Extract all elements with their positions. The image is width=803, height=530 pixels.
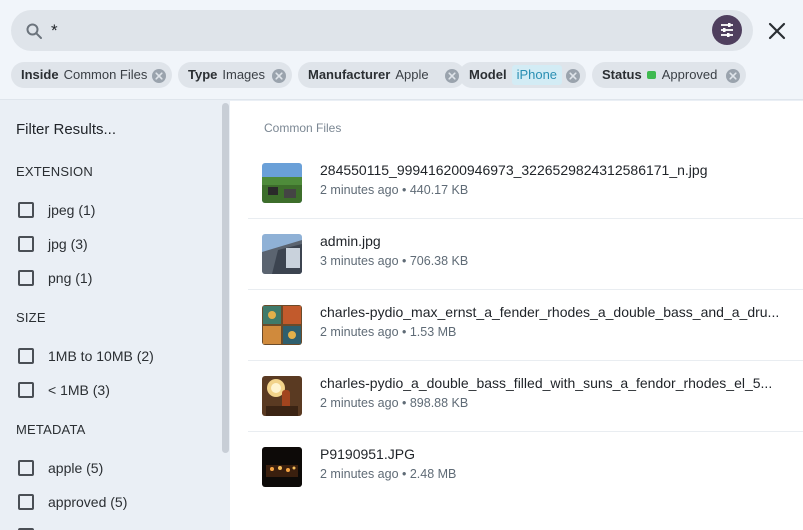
file-meta: 2 minutes ago • 898.88 KB — [320, 396, 469, 410]
checkbox-label: jpg (3) — [48, 236, 88, 252]
section-heading-metadata: METADATA — [16, 422, 86, 437]
cancel-circle-icon[interactable] — [444, 67, 460, 83]
chip-manufacturer[interactable]: Manufacturer Apple — [298, 62, 465, 88]
chip-key: Type — [188, 67, 218, 82]
image-thumbnail — [262, 305, 302, 345]
file-name: P9190951.JPG — [320, 446, 415, 462]
file-meta: 2 minutes ago • 440.17 KB — [320, 183, 469, 197]
chip-model[interactable]: Model iPhone — [459, 62, 586, 88]
folder-label: Common Files — [264, 121, 342, 135]
close-button[interactable] — [764, 18, 790, 44]
search-header: Inside Common Files Type Images Manufactur… — [0, 0, 803, 100]
sidebar-scrollbar[interactable] — [222, 103, 229, 453]
checkbox[interactable] — [18, 202, 34, 218]
file-meta: 3 minutes ago • 706.38 KB — [320, 254, 469, 268]
chip-value-badge: iPhone — [511, 65, 563, 85]
chip-key: Manufacturer — [308, 67, 391, 82]
checkbox-label: < 1MB (3) — [48, 382, 110, 398]
section-heading-extension: EXTENSION — [16, 164, 93, 179]
checkbox[interactable] — [18, 236, 34, 252]
file-row[interactable]: charles-pydio_max_ernst_a_fender_rhodes_… — [248, 290, 803, 361]
search-bar[interactable] — [11, 10, 753, 51]
chip-value: Images — [222, 67, 266, 82]
filter-sidebar: Filter Results... EXTENSION jpeg (1) jpg… — [0, 101, 230, 530]
results-panel: Common Files 284550115_999416200946973_3… — [230, 101, 803, 530]
image-thumbnail — [262, 376, 302, 416]
image-thumbnail — [262, 163, 302, 203]
checkbox-label: 1MB to 10MB (2) — [48, 348, 154, 364]
file-row[interactable]: 284550115_999416200946973_32265298243125… — [248, 148, 803, 219]
advanced-search-button[interactable] — [712, 15, 742, 45]
file-row[interactable]: admin.jpg 3 minutes ago • 706.38 KB — [248, 219, 803, 290]
file-name: admin.jpg — [320, 233, 381, 249]
checkbox-label: approved (5) — [48, 494, 128, 510]
file-meta: 2 minutes ago • 2.48 MB — [320, 467, 457, 481]
file-name: charles-pydio_max_ernst_a_fender_rhodes_… — [320, 304, 780, 320]
search-input[interactable] — [51, 18, 651, 43]
chip-value: Common Files — [63, 67, 148, 82]
checkbox-label: jpeg (1) — [48, 202, 96, 218]
image-thumbnail — [262, 234, 302, 274]
close-icon — [764, 22, 790, 48]
checkbox-label: apple (5) — [48, 460, 104, 476]
checkbox[interactable] — [18, 494, 34, 510]
file-row[interactable]: P9190951.JPG 2 minutes ago • 2.48 MB — [248, 432, 803, 503]
chip-status[interactable]: Status Approved — [592, 62, 746, 88]
file-name: charles-pydio_a_double_bass_filled_with_… — [320, 375, 773, 391]
chip-value: Approved — [661, 67, 718, 82]
file-name: 284550115_999416200946973_32265298243125… — [320, 162, 708, 178]
cancel-circle-icon[interactable] — [565, 67, 581, 83]
chip-key: Status — [602, 67, 642, 82]
status-tag-icon — [646, 71, 656, 79]
checkbox[interactable] — [18, 460, 34, 476]
checkbox[interactable] — [18, 348, 34, 364]
checkbox-label: png (1) — [48, 270, 93, 286]
search-icon — [25, 22, 43, 40]
checkbox[interactable] — [18, 382, 34, 398]
chip-type[interactable]: Type Images — [178, 62, 292, 88]
file-meta: 2 minutes ago • 1.53 MB — [320, 325, 457, 339]
cancel-circle-icon[interactable] — [151, 67, 167, 83]
cancel-circle-icon[interactable] — [725, 67, 741, 83]
chip-key: Inside — [21, 67, 59, 82]
image-thumbnail — [262, 447, 302, 487]
chip-inside[interactable]: Inside Common Files — [11, 62, 172, 88]
chip-key: Model — [469, 67, 507, 82]
file-row[interactable]: charles-pydio_a_double_bass_filled_with_… — [248, 361, 803, 432]
cancel-circle-icon[interactable] — [271, 67, 287, 83]
section-heading-size: SIZE — [16, 310, 46, 325]
chip-value: Apple — [395, 67, 429, 82]
checkbox[interactable] — [18, 270, 34, 286]
filter-title: Filter Results... — [16, 121, 117, 138]
